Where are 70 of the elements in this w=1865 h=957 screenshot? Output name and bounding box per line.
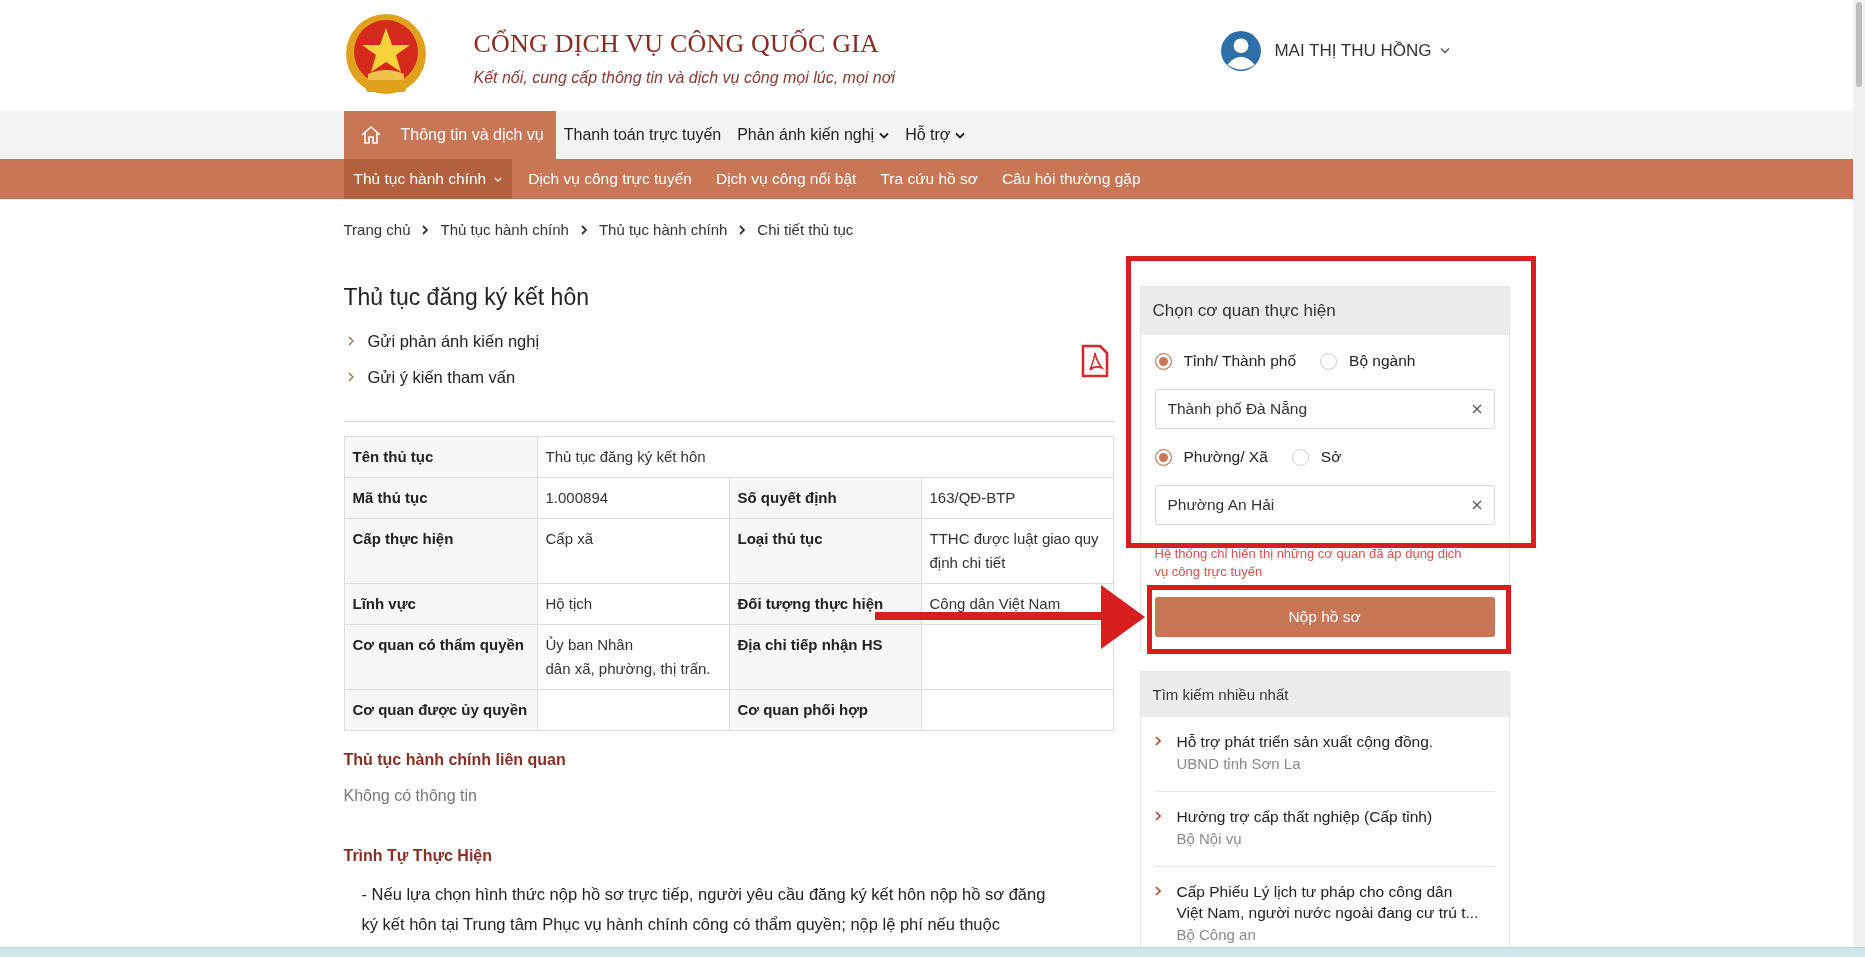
label-cell: Cơ quan có thẩm quyền <box>344 624 537 690</box>
chevron-icon <box>347 336 354 346</box>
label-cell: Loại thủ tục <box>729 518 921 584</box>
value-cell: Ủy ban Nhân dân xã, phường, thị trấn. <box>537 624 729 690</box>
radio-label[interactable]: Sở <box>1320 448 1342 466</box>
nav-tab[interactable]: Thanh toán trực tuyến <box>555 111 730 159</box>
radio-button[interactable] <box>1154 352 1172 370</box>
chevron-icon <box>347 372 354 382</box>
caret-icon[interactable] <box>955 131 966 139</box>
site-tagline: Kết nối, cung cấp thông tin và dịch vụ công mọi lúc, mọi nơi <box>473 68 895 87</box>
label-cell: Số quyết định <box>729 477 921 519</box>
label-cell: Lĩnh vực <box>344 583 537 625</box>
page-title: Thủ tục đăng ký kết hôn <box>343 284 589 311</box>
card-header: Tìm kiếm nhiều nhất <box>1140 672 1509 717</box>
value-cell: TTHC được luật giao quy định chi tiết <box>921 518 1113 584</box>
radio-label[interactable]: Phường/ Xã <box>1183 448 1268 466</box>
chevron-icon <box>422 224 429 235</box>
section-heading: Thủ tục hành chính liên quan <box>343 751 567 769</box>
card-header: Chọn cơ quan thực hiện <box>1140 287 1509 335</box>
label-cell: Tên thủ tục <box>344 436 537 478</box>
label-cell: Mã thủ tục <box>344 477 537 519</box>
nav-tab[interactable]: Hỗ trợ <box>897 111 974 159</box>
clear-icon[interactable] <box>1471 404 1482 414</box>
label-cell: Cấp thực hiện <box>344 518 537 584</box>
breadcrumb-link[interactable]: Chi tiết thủ tục <box>757 221 854 238</box>
select-field[interactable]: Phường An Hải <box>1154 485 1495 525</box>
procedure-link[interactable]: Hưởng trợ cấp thất nghiệp (Cấp tỉnh) <box>1176 806 1433 827</box>
info-note: Hệ thống chỉ hiển thị những cơ quan đã áp dụng dịch vụ công trực tuyến <box>1154 545 1463 581</box>
subnav-tab[interactable]: Thủ tục hành chính <box>343 159 513 199</box>
section-heading: Trình Tự Thực Hiện <box>343 847 493 865</box>
breadcrumb-link[interactable]: Thủ tục hành chính <box>440 221 569 238</box>
caret-icon[interactable] <box>879 131 890 139</box>
action-link[interactable]: Gửi ý kiến tham vấn <box>367 367 516 387</box>
breadcrumb-link[interactable]: Trang chủ <box>343 221 411 238</box>
nav-tab[interactable]: Phản ánh kiến nghị <box>729 111 898 159</box>
breadcrumb-link[interactable]: Thủ tục hành chính <box>598 221 728 238</box>
action-link[interactable]: Gửi phản ánh kiến nghị <box>367 331 540 351</box>
scrollbar[interactable] <box>1853 0 1865 947</box>
site-title: CỔNG DỊCH VỤ CÔNG QUỐC GIA <box>473 28 881 59</box>
user-menu[interactable]: MAI THỊ THU HỒNG <box>1274 40 1450 61</box>
label-cell: Cơ quan được ủy quyền <box>344 689 537 731</box>
agency-name: Bộ Nội vụ <box>1176 830 1243 848</box>
value-cell: 163/QĐ-BTP <box>921 477 1113 519</box>
section-text: Không có thông tin <box>343 787 478 805</box>
select-field[interactable]: Thành phố Đà Nẵng <box>1154 389 1495 429</box>
procedure-link[interactable]: Hỗ trợ phát triển sản xuất cộng đồng. <box>1176 731 1434 752</box>
agency-name: UBND tỉnh Sơn La <box>1176 755 1302 773</box>
procedure-link[interactable]: Cấp Phiếu Lý lịch tư pháp cho công dân Việt Nam, người nước ngoài đang cư trú t... <box>1176 881 1479 923</box>
agency-name: Bộ Công an <box>1176 926 1257 944</box>
value-cell: Thủ tục đăng ký kết hôn <box>537 436 1113 478</box>
home-icon[interactable] <box>359 125 382 145</box>
value-cell: Cấp xã <box>537 518 729 584</box>
section-text: - Nếu lựa chọn hình thức nộp hồ sơ trực tiếp, người yêu cầu đăng ký kết hôn nộp hồ sơ đăng ký kết hôn tại Trung tâm Phục vụ hành chính công có thẩm quyền; nộp lệ phí nếu thuộc <box>360 884 1047 935</box>
value-cell: Hộ tịch <box>537 583 729 625</box>
avatar-icon[interactable] <box>1220 29 1263 72</box>
radio-label[interactable]: Tỉnh/ Thành phố <box>1183 352 1297 370</box>
label-cell: Địa chỉ tiếp nhận HS <box>729 624 921 690</box>
radio-button[interactable] <box>1320 352 1338 370</box>
clear-icon[interactable] <box>1471 500 1482 510</box>
chevron-icon <box>580 224 587 235</box>
chevron-icon <box>1154 736 1161 746</box>
pdf-icon[interactable] <box>1080 344 1109 378</box>
value-cell: 1.000894 <box>537 477 729 519</box>
label-cell: Cơ quan phối hợp <box>729 689 921 731</box>
radio-button[interactable] <box>1291 448 1309 466</box>
chevron-icon <box>1154 886 1161 896</box>
radio-button[interactable] <box>1154 448 1172 466</box>
chevron-icon <box>739 224 746 235</box>
radio-label[interactable]: Bộ ngành <box>1349 352 1416 370</box>
chevron-icon <box>1154 811 1161 821</box>
